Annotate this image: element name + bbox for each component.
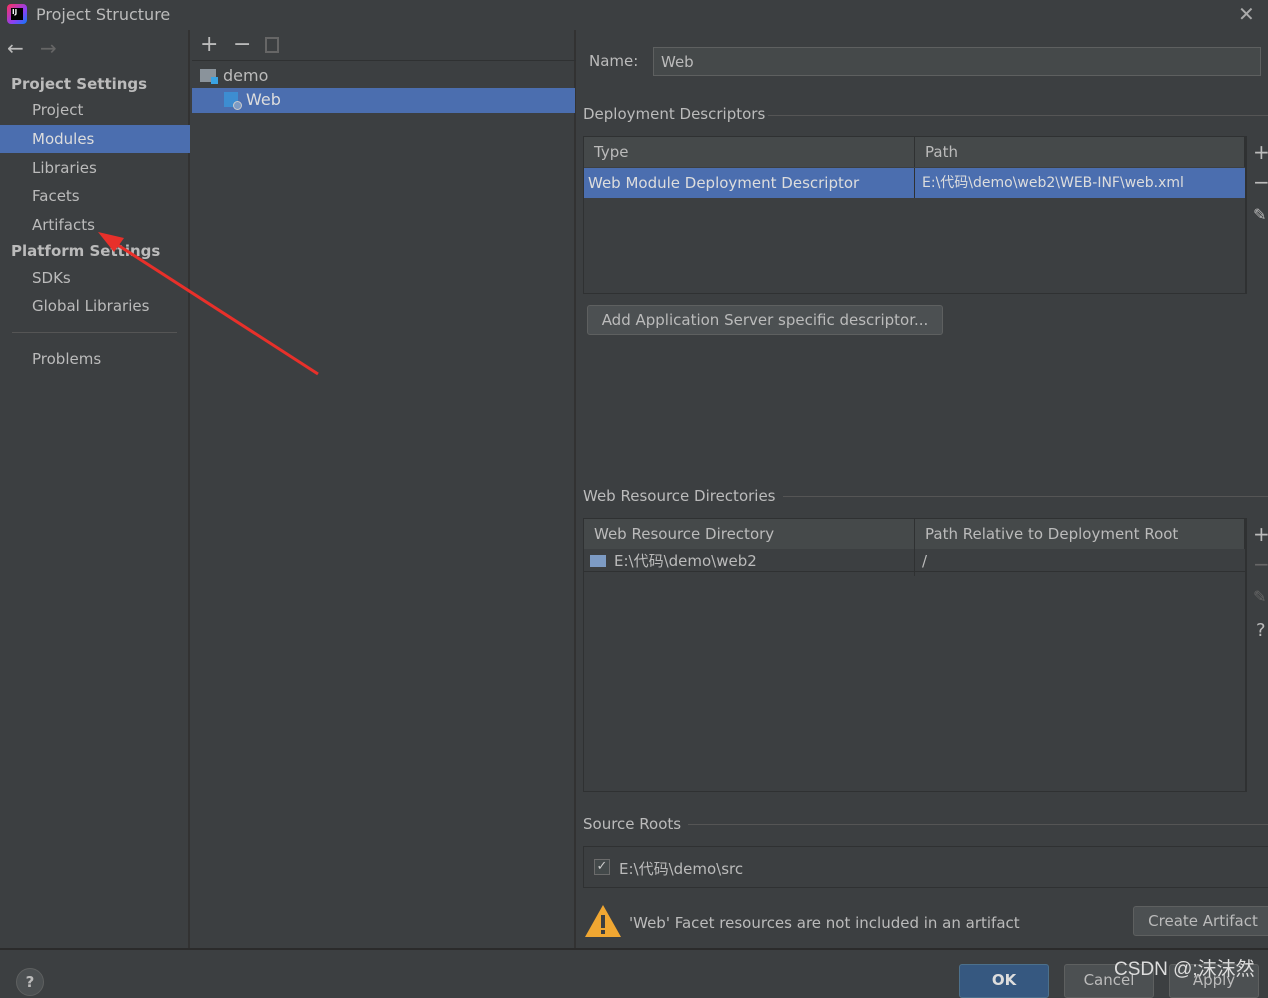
- module-tree-panel: + − demo Web: [192, 30, 576, 948]
- add-icon[interactable]: +: [200, 32, 218, 57]
- column-header-path-relative[interactable]: Path Relative to Deployment Root: [915, 519, 1245, 549]
- divider: [688, 824, 1268, 825]
- watermark: CSDN @;沫沫然: [1114, 959, 1255, 980]
- web-resource-directories-title: Web Resource Directories: [583, 487, 776, 505]
- name-label: Name:: [589, 52, 639, 70]
- back-arrow-icon[interactable]: ←: [7, 36, 24, 60]
- divider: [12, 332, 177, 333]
- folder-icon: [200, 69, 218, 84]
- help-icon[interactable]: ?: [1256, 620, 1266, 641]
- web-module-icon: [224, 92, 242, 110]
- remove-icon[interactable]: −: [233, 32, 251, 57]
- close-icon[interactable]: ✕: [1238, 2, 1255, 26]
- divider: [768, 115, 1268, 116]
- intellij-logo-icon: IJ: [7, 4, 27, 24]
- sidebar-item-libraries[interactable]: Libraries: [0, 154, 190, 182]
- section-platform-settings: Platform Settings: [11, 242, 161, 260]
- tree-item-label: demo: [223, 66, 269, 85]
- help-button[interactable]: ?: [16, 968, 44, 996]
- cell-path: E:\代码\demo\web2\WEB-INF\web.xml: [922, 175, 1184, 191]
- sidebar: ← → Project Settings Project Modules Lib…: [0, 30, 190, 948]
- column-header-path[interactable]: Path: [915, 137, 1245, 167]
- section-project-settings: Project Settings: [11, 75, 148, 93]
- sidebar-item-sdks[interactable]: SDKs: [0, 264, 190, 292]
- sidebar-item-problems[interactable]: Problems: [0, 345, 190, 373]
- name-input[interactable]: [653, 47, 1261, 76]
- tree-item-label: Web: [246, 90, 281, 109]
- warning-text: 'Web' Facet resources are not included i…: [629, 914, 1020, 932]
- deployment-descriptors-table: Type Path Web Module Deployment Descript…: [583, 136, 1246, 294]
- add-icon[interactable]: +: [1253, 522, 1268, 546]
- facet-details-panel: Name: Deployment Descriptors Type Path W…: [578, 30, 1268, 948]
- sidebar-item-modules[interactable]: Modules: [0, 125, 190, 153]
- add-icon[interactable]: +: [1253, 140, 1268, 164]
- column-header-type[interactable]: Type: [584, 137, 915, 167]
- sidebar-item-facets[interactable]: Facets: [0, 182, 190, 210]
- table-row[interactable]: E:\代码\demo\web2 /: [584, 546, 1245, 576]
- sidebar-item-global-libraries[interactable]: Global Libraries: [0, 292, 190, 320]
- divider: [783, 496, 1268, 497]
- column-header-web-resource-directory[interactable]: Web Resource Directory: [584, 519, 915, 549]
- window-title: Project Structure: [36, 5, 171, 24]
- tree-item-web[interactable]: Web: [192, 88, 575, 113]
- add-server-descriptor-button[interactable]: Add Application Server specific descript…: [587, 305, 943, 335]
- source-roots-list: ✓ E:\代码\demo\src: [583, 846, 1268, 888]
- source-root-path: E:\代码\demo\src: [619, 860, 744, 878]
- remove-icon[interactable]: −: [1253, 552, 1268, 576]
- edit-pencil-icon[interactable]: ✎: [1253, 205, 1266, 224]
- source-roots-title: Source Roots: [583, 815, 682, 833]
- cell-type: Web Module Deployment Descriptor: [584, 168, 915, 198]
- folder-icon: [590, 555, 606, 567]
- source-root-checkbox[interactable]: ✓: [594, 859, 610, 875]
- title-bar: IJ Project Structure ✕: [0, 0, 1268, 30]
- remove-icon[interactable]: −: [1253, 170, 1268, 194]
- sidebar-item-artifacts[interactable]: Artifacts: [0, 211, 190, 239]
- sidebar-item-project[interactable]: Project: [0, 96, 190, 124]
- tree-item-demo[interactable]: demo: [200, 64, 570, 88]
- forward-arrow-icon[interactable]: →: [40, 36, 57, 60]
- cell-directory: E:\代码\demo\web2: [610, 546, 915, 576]
- copy-icon[interactable]: [265, 37, 279, 53]
- table-row[interactable]: Web Module Deployment Descriptor E:\代码\d…: [584, 168, 1245, 198]
- deployment-descriptors-title: Deployment Descriptors: [583, 105, 766, 123]
- web-resource-directories-table: Web Resource Directory Path Relative to …: [583, 518, 1246, 792]
- edit-pencil-icon[interactable]: ✎: [1253, 587, 1266, 606]
- cell-relative-path: /: [922, 552, 928, 570]
- dialog-footer: ? OK Cancel Apply CSDN @;沫沫然: [0, 948, 1268, 998]
- create-artifact-button[interactable]: Create Artifact: [1133, 906, 1268, 936]
- ok-button[interactable]: OK: [959, 964, 1049, 998]
- warning-icon: [585, 905, 621, 937]
